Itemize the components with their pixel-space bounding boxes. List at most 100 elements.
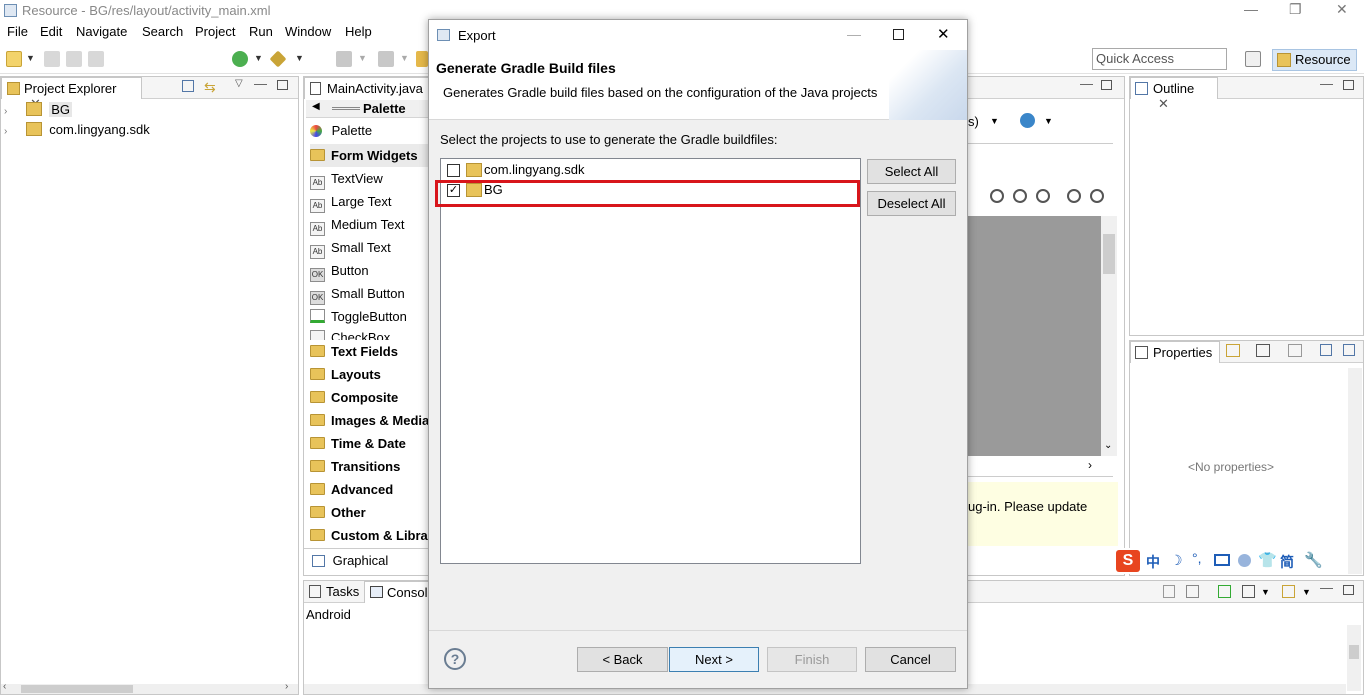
- external-tools-icon[interactable]: [269, 50, 287, 68]
- menu-navigate[interactable]: Navigate: [76, 24, 127, 39]
- chevron-down-icon[interactable]: ▼: [1044, 116, 1053, 126]
- restore-button[interactable]: ❐: [1289, 1, 1302, 18]
- chevron-down-icon[interactable]: ▼: [358, 53, 367, 63]
- tab-graphical-layout[interactable]: Graphical Layout: [304, 548, 428, 592]
- skin-icon[interactable]: 👕: [1258, 551, 1277, 569]
- palette-item-medium-text[interactable]: Ab Medium Text: [310, 213, 428, 236]
- zoom-minus-icon[interactable]: [1067, 189, 1081, 203]
- keyboard-icon[interactable]: [1214, 554, 1230, 566]
- finish-button[interactable]: Finish: [767, 647, 857, 672]
- sort-az-icon[interactable]: [1256, 344, 1270, 357]
- close-icon[interactable]: ✕: [1158, 96, 1169, 111]
- dialog-minimize-button[interactable]: —: [847, 26, 861, 42]
- palette-item-small-button[interactable]: OK Small Button: [310, 282, 428, 305]
- palette-item-button[interactable]: OK Button: [310, 259, 428, 282]
- zoom-actual-icon[interactable]: [1036, 189, 1050, 203]
- pin-icon[interactable]: [416, 51, 428, 67]
- clear-console-icon[interactable]: [1163, 585, 1175, 598]
- tab-project-explorer[interactable]: Project Explorer ✕: [1, 77, 142, 111]
- tree-item-com-lingyang-sdk[interactable]: › com.lingyang.sdk: [4, 120, 150, 140]
- ime-mode-chinese[interactable]: 中: [1146, 552, 1160, 572]
- scrollbar-thumb[interactable]: [1349, 645, 1359, 659]
- properties-scrollbar[interactable]: [1348, 368, 1362, 574]
- close-button[interactable]: ✕: [1336, 1, 1348, 18]
- project-checkbox[interactable]: [447, 164, 460, 177]
- palette-item-togglebutton[interactable]: ToggleButton: [310, 305, 428, 328]
- user-icon[interactable]: [1238, 554, 1251, 567]
- show-categories-icon[interactable]: [1226, 344, 1240, 357]
- console-scrollbar[interactable]: [1347, 625, 1361, 691]
- chevron-down-icon[interactable]: ▼: [26, 53, 35, 63]
- display-console-icon[interactable]: [1242, 585, 1255, 598]
- palette-item-large-text[interactable]: Ab Large Text: [310, 190, 428, 213]
- nav-forward-icon[interactable]: [378, 51, 394, 67]
- palette-category-time-date[interactable]: Time & Date: [310, 432, 428, 455]
- canvas-area[interactable]: [968, 216, 1101, 456]
- ime-simplified[interactable]: 简: [1280, 552, 1294, 572]
- select-all-button[interactable]: Select All: [867, 159, 956, 184]
- project-row-com-lingyang-sdk[interactable]: com.lingyang.sdk: [441, 160, 860, 180]
- new-icon[interactable]: [6, 51, 22, 67]
- scroll-left-icon[interactable]: ‹: [3, 681, 6, 692]
- menu-project[interactable]: Project: [195, 24, 235, 39]
- expand-arrow-icon[interactable]: ›: [4, 102, 14, 122]
- tree-item-bg[interactable]: › BG: [4, 100, 73, 122]
- scroll-right-icon[interactable]: ›: [1088, 458, 1092, 472]
- palette-header[interactable]: ◀ Palette: [306, 100, 430, 118]
- palette-category-other[interactable]: Other: [310, 501, 428, 524]
- palette-category-composite[interactable]: Composite: [310, 386, 428, 409]
- chevron-down-icon[interactable]: ▼: [1261, 587, 1270, 597]
- open-perspective-icon[interactable]: [1245, 51, 1261, 67]
- menu-window[interactable]: Window: [285, 24, 331, 39]
- palette-category-images-media[interactable]: Images & Media: [310, 409, 428, 432]
- tab-mainactivity-java[interactable]: MainActivity.java: [304, 77, 430, 99]
- help-icon[interactable]: ?: [444, 648, 466, 670]
- print-icon[interactable]: [88, 51, 104, 67]
- menu-edit[interactable]: Edit: [40, 24, 62, 39]
- pin-console-icon[interactable]: [1218, 585, 1231, 598]
- globe-icon[interactable]: [1020, 113, 1035, 128]
- wrench-icon[interactable]: 🔧: [1304, 551, 1323, 569]
- scrollbar-thumb[interactable]: [21, 685, 133, 693]
- scroll-down-icon[interactable]: ⌄: [1104, 440, 1112, 451]
- menu-search[interactable]: Search: [142, 24, 183, 39]
- tab-tasks[interactable]: Tasks: [304, 581, 364, 603]
- tab-console[interactable]: Console: [364, 581, 430, 603]
- quick-access-input[interactable]: Quick Access: [1092, 48, 1227, 70]
- palette-item-small-text[interactable]: Ab Small Text: [310, 236, 428, 259]
- tab-outline[interactable]: Outline ✕: [1130, 77, 1218, 111]
- chevron-down-icon[interactable]: ▼: [990, 116, 999, 126]
- vertical-scrollbar[interactable]: ⌄: [1101, 216, 1117, 456]
- palette-item-checkbox[interactable]: CheckBox: [310, 328, 428, 340]
- cancel-button[interactable]: Cancel: [865, 647, 956, 672]
- next-button[interactable]: Next >: [669, 647, 759, 672]
- palette-category-transitions[interactable]: Transitions: [310, 455, 428, 478]
- chevron-down-icon[interactable]: ▼: [400, 53, 409, 63]
- palette-category-advanced[interactable]: Advanced: [310, 478, 428, 501]
- run-icon[interactable]: [232, 51, 248, 67]
- palette-item-textview[interactable]: Ab TextView: [310, 167, 428, 190]
- menu-help[interactable]: Help: [345, 24, 372, 39]
- filter-icon[interactable]: [1288, 344, 1302, 357]
- device-dropdown-label[interactable]: s): [968, 114, 979, 129]
- scroll-right-icon[interactable]: ›: [285, 681, 288, 692]
- tab-properties[interactable]: Properties: [1130, 341, 1220, 363]
- maximize-view-icon[interactable]: [1343, 585, 1354, 595]
- chevron-down-icon[interactable]: ▼: [1302, 587, 1311, 597]
- expand-arrow-icon[interactable]: ›: [4, 122, 14, 142]
- palette-category-form-widgets[interactable]: Form Widgets: [310, 144, 430, 167]
- minimize-view-icon[interactable]: —: [254, 76, 267, 91]
- zoom-plus-icon[interactable]: [1090, 189, 1104, 203]
- open-console-icon[interactable]: [1282, 585, 1295, 598]
- scrollbar-thumb[interactable]: [1103, 234, 1115, 274]
- save-icon[interactable]: [44, 51, 60, 67]
- zoom-out-icon[interactable]: [990, 189, 1004, 203]
- chevron-down-icon[interactable]: ▼: [254, 53, 263, 63]
- palette-category-layouts[interactable]: Layouts: [310, 363, 428, 386]
- sogou-logo-icon[interactable]: S: [1116, 550, 1140, 572]
- maximize-view-icon[interactable]: [1101, 80, 1112, 90]
- nav-back-icon[interactable]: [336, 51, 352, 67]
- link-editor-icon[interactable]: ⇆: [204, 79, 216, 96]
- deselect-all-button[interactable]: Deselect All: [867, 191, 956, 216]
- palette-category-text-fields[interactable]: Text Fields: [310, 340, 428, 363]
